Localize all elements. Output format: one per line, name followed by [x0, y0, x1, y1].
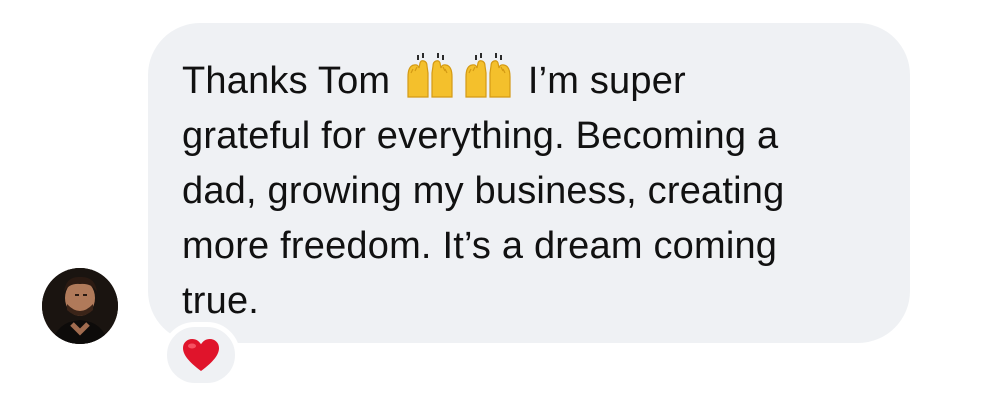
heart-icon	[183, 339, 219, 371]
message-line-2: grateful for everything. Becoming a	[182, 115, 779, 157]
message-line-1-end: I’m super	[527, 60, 686, 102]
message-line-4: more freedom. It’s a dream coming	[182, 225, 778, 267]
message-thread: Thanks Tom I’m super grateful for everyt…	[0, 0, 1000, 416]
raising-hands-emoji-icon	[465, 53, 511, 98]
message-text: Thanks Tom I’m super grateful for everyt…	[182, 53, 870, 329]
message-line-1: Thanks Tom I’m super	[182, 53, 870, 109]
heart-reaction[interactable]	[162, 322, 240, 388]
avatar[interactable]	[42, 268, 118, 344]
message-line-3: dad, growing my business, creating	[182, 170, 785, 212]
message-line-5: true.	[182, 280, 260, 322]
person-portrait-icon	[42, 268, 118, 344]
raising-hands-emoji-icon	[407, 53, 453, 98]
message-bubble[interactable]: Thanks Tom I’m super grateful for everyt…	[148, 23, 910, 343]
message-line-1-start: Thanks Tom	[182, 60, 391, 102]
